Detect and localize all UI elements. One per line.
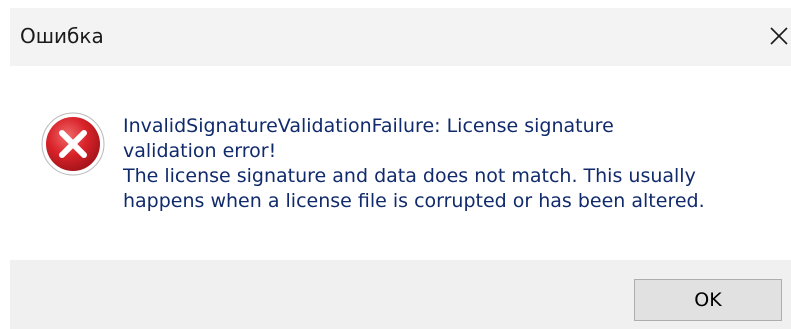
error-dialog: Ошибка InvalidSignatureValidationFailure… [0, 0, 791, 329]
ok-button[interactable]: OK [634, 279, 782, 321]
message-line: happens when a license file is corrupted… [123, 190, 705, 212]
button-bar: OK [10, 260, 791, 329]
error-icon [41, 112, 105, 176]
message-line: InvalidSignatureValidationFailure: Licen… [123, 115, 614, 137]
title-bar: Ошибка [10, 8, 791, 66]
dialog-content: InvalidSignatureValidationFailure: Licen… [10, 66, 791, 260]
message-line: validation error! [123, 140, 277, 162]
message-line: The license signature and data does not … [123, 165, 696, 187]
window-title: Ошибка [20, 24, 104, 48]
error-message: InvalidSignatureValidationFailure: Licen… [123, 114, 773, 214]
close-button[interactable] [767, 20, 791, 50]
close-icon [770, 27, 788, 45]
